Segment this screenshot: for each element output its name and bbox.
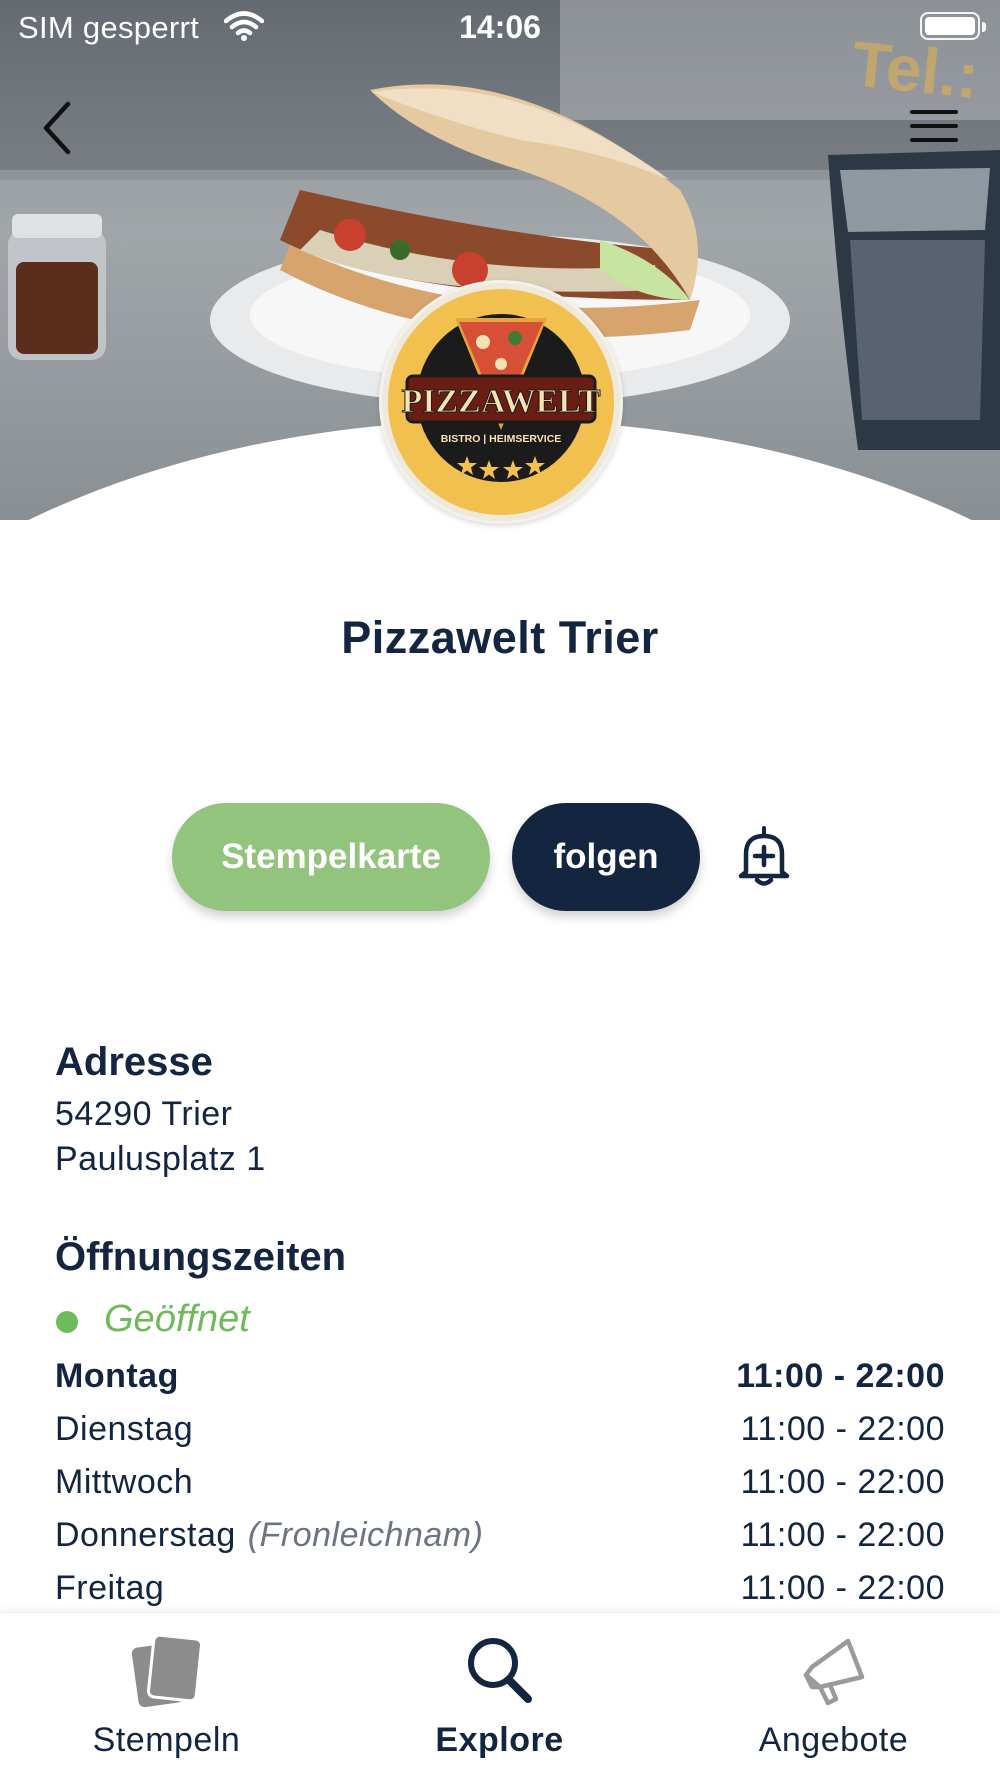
status-bar: SIM gesperrt 14:06 [0, 0, 1000, 56]
hours-row: Donnerstag (Fronleichnam) 11:00 - 22:00 [55, 1516, 945, 1562]
day-name: Freitag [55, 1569, 165, 1607]
stamp-cards-icon [0, 1631, 333, 1711]
tab-stempeln[interactable]: Stempeln [0, 1613, 333, 1778]
megaphone-icon [667, 1631, 1000, 1711]
stamp-card-button[interactable]: Stempelkarte [172, 803, 490, 911]
tab-angebote[interactable]: Angebote [667, 1613, 1000, 1778]
day-name: Donnerstag [55, 1516, 236, 1554]
battery-icon [920, 12, 986, 40]
tab-label: Angebote [758, 1721, 909, 1759]
menu-button[interactable] [910, 108, 960, 148]
bell-plus-icon [738, 826, 790, 886]
clock: 14:06 [459, 9, 541, 45]
tab-label: Stempeln [92, 1721, 241, 1759]
open-status: Geöffnet [104, 1298, 250, 1340]
day-name-group: Donnerstag (Fronleichnam) [55, 1516, 483, 1555]
logo-wordmark: PIZZAWELT [401, 383, 600, 420]
tab-bar: Stempeln Explore Angebote [0, 1612, 1000, 1778]
hours-row: Mittwoch 11:00 - 22:00 [55, 1463, 945, 1509]
address-title: Adresse [55, 1040, 213, 1084]
holiday-note: (Fronleichnam) [247, 1516, 484, 1554]
day-hours: 11:00 - 22:00 [740, 1410, 945, 1448]
tab-label: Explore [435, 1721, 564, 1759]
business-logo: PIZZAWELT BISTRO | HEIMSERVICE [379, 280, 623, 524]
day-hours: 11:00 - 22:00 [736, 1357, 945, 1395]
day-hours: 11:00 - 22:00 [740, 1516, 945, 1554]
day-name: Montag [55, 1357, 179, 1395]
search-icon [333, 1631, 666, 1711]
day-name: Mittwoch [55, 1463, 194, 1501]
notify-button[interactable] [736, 824, 792, 888]
day-hours: 11:00 - 22:00 [740, 1569, 945, 1607]
open-status-dot [56, 1311, 78, 1333]
chevron-left-icon [43, 101, 71, 155]
hours-row: Freitag 11:00 - 22:00 [55, 1569, 945, 1615]
opening-hours-title: Öffnungszeiten [55, 1235, 347, 1279]
follow-button[interactable]: folgen [512, 803, 700, 911]
hours-row: Montag 11:00 - 22:00 [55, 1357, 945, 1403]
address-line-1: 54290 Trier [55, 1095, 233, 1133]
back-button[interactable] [38, 98, 78, 158]
hours-row: Dienstag 11:00 - 22:00 [55, 1410, 945, 1456]
business-name: Pizzawelt Trier [341, 612, 659, 663]
logo-tagline: BISTRO | HEIMSERVICE [441, 433, 562, 445]
address-line-2: Paulusplatz 1 [55, 1140, 266, 1178]
day-hours: 11:00 - 22:00 [740, 1463, 945, 1501]
day-name: Dienstag [55, 1410, 194, 1448]
tab-explore[interactable]: Explore [333, 1613, 666, 1778]
